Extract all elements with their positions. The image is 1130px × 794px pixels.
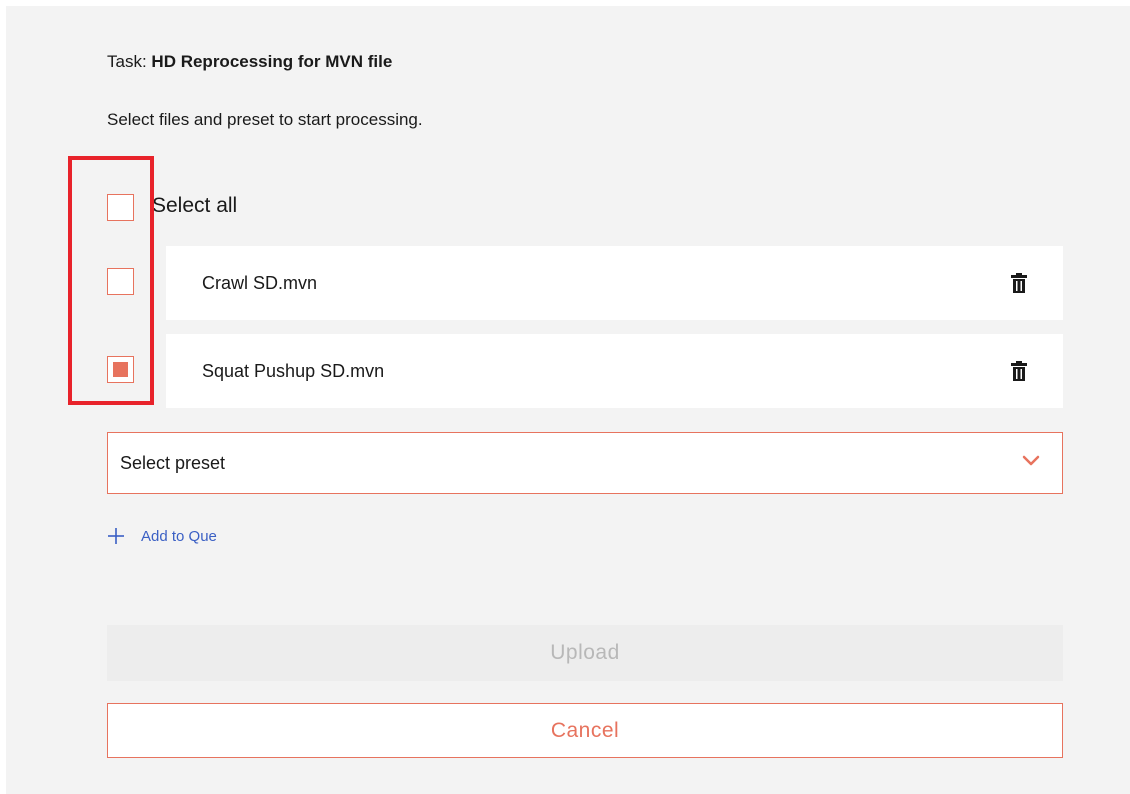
preset-select[interactable]: Select preset bbox=[107, 432, 1063, 494]
file-name: Squat Pushup SD.mvn bbox=[202, 361, 385, 381]
trash-icon[interactable] bbox=[1011, 361, 1027, 381]
add-to-queue-link[interactable]: Add to Que bbox=[107, 524, 217, 548]
file-row: Crawl SD.mvn bbox=[166, 246, 1063, 320]
task-prefix: Task: bbox=[107, 52, 147, 71]
task-title: Task: HD Reprocessing for MVN file bbox=[107, 52, 392, 72]
cancel-button[interactable]: Cancel bbox=[107, 703, 1063, 758]
upload-button[interactable]: Upload bbox=[107, 625, 1063, 681]
select-all-label: Select all bbox=[152, 194, 238, 217]
preset-placeholder: Select preset bbox=[120, 453, 226, 473]
instruction-text: Select files and preset to start process… bbox=[107, 110, 423, 129]
plus-icon bbox=[108, 528, 124, 544]
select-all-checkbox[interactable] bbox=[107, 194, 134, 221]
file-name: Crawl SD.mvn bbox=[202, 273, 318, 293]
add-to-queue-label: Add to Que bbox=[141, 527, 217, 545]
file-checkbox-squat-pushup[interactable] bbox=[107, 356, 134, 383]
chevron-down-icon bbox=[1022, 455, 1040, 466]
file-row: Squat Pushup SD.mvn bbox=[166, 334, 1063, 408]
file-checkbox-crawl[interactable] bbox=[107, 268, 134, 295]
task-name: HD Reprocessing for MVN file bbox=[151, 52, 393, 71]
trash-icon[interactable] bbox=[1011, 273, 1027, 293]
